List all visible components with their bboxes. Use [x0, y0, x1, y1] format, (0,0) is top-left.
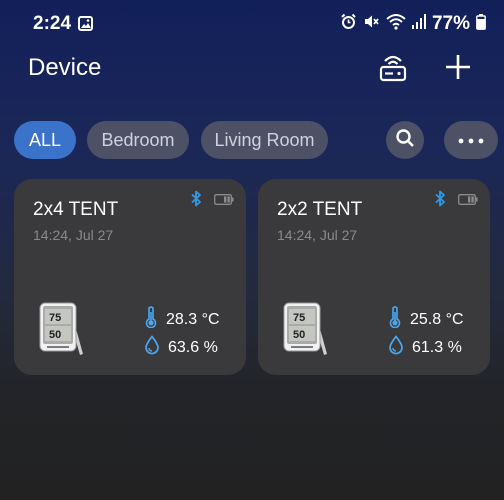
device-name: 2x4 TENT — [33, 199, 119, 220]
page-title: Device — [28, 54, 102, 81]
device-card[interactable]: 2x4 TENT 14:24, Jul 27 75 50 28.3 °C 63.… — [14, 179, 246, 375]
temperature-reading: 25.8 °C — [388, 306, 464, 333]
device-updated-time: 14:24, Jul 27 — [277, 227, 358, 243]
signal-icon — [411, 14, 426, 34]
thermo-hygrometer-image: 75 50 — [281, 301, 329, 362]
bluetooth-icon — [434, 190, 446, 212]
filter-chip-living-room[interactable]: Living Room — [201, 121, 328, 159]
more-options-button[interactable] — [444, 121, 498, 159]
filter-chip-all[interactable]: ALL — [14, 121, 76, 159]
room-filter-bar: ALL Bedroom Living Room — [0, 121, 504, 159]
plus-icon — [441, 55, 475, 88]
thermo-hygrometer-image: 75 50 — [37, 301, 85, 362]
thermometer-icon — [144, 306, 158, 333]
wifi-icon — [386, 13, 406, 35]
humidity-value: 63.6 % — [168, 338, 218, 356]
mute-icon — [363, 13, 380, 35]
status-time: 2:24 — [33, 13, 72, 34]
device-name: 2x2 TENT — [277, 199, 363, 220]
search-button[interactable] — [386, 121, 424, 159]
humidity-reading: 61.3 % — [388, 335, 462, 360]
filter-chip-bedroom[interactable]: Bedroom — [87, 121, 189, 159]
status-bar: 2:24 77% — [0, 0, 504, 44]
humidity-drop-icon — [144, 335, 160, 360]
svg-text:50: 50 — [293, 329, 305, 341]
battery-percent: 77% — [431, 13, 470, 34]
temperature-value: 28.3 °C — [166, 310, 220, 328]
svg-text:50: 50 — [49, 329, 61, 341]
humidity-reading: 63.6 % — [144, 335, 218, 360]
more-dots-icon — [458, 131, 484, 149]
alarm-icon — [340, 13, 357, 35]
temperature-reading: 28.3 °C — [144, 306, 220, 333]
svg-text:75: 75 — [293, 312, 305, 324]
humidity-drop-icon — [388, 335, 404, 360]
device-battery-icon — [214, 192, 234, 210]
device-updated-time: 14:24, Jul 27 — [33, 227, 114, 243]
temperature-value: 25.8 °C — [410, 310, 464, 328]
bluetooth-icon — [190, 190, 202, 212]
app-header: Device — [0, 44, 504, 94]
device-card[interactable]: 2x2 TENT 14:24, Jul 27 75 50 25.8 °C 61.… — [258, 179, 490, 375]
gateway-hub-button[interactable] — [376, 50, 410, 84]
add-device-button[interactable] — [441, 50, 475, 84]
device-battery-icon — [458, 192, 478, 210]
battery-icon — [476, 13, 486, 35]
search-icon — [395, 128, 415, 153]
image-icon — [78, 16, 93, 36]
svg-text:75: 75 — [49, 312, 61, 324]
humidity-value: 61.3 % — [412, 338, 462, 356]
gateway-hub-icon — [376, 55, 410, 88]
thermometer-icon — [388, 306, 402, 333]
status-icons: 77% — [340, 13, 486, 35]
